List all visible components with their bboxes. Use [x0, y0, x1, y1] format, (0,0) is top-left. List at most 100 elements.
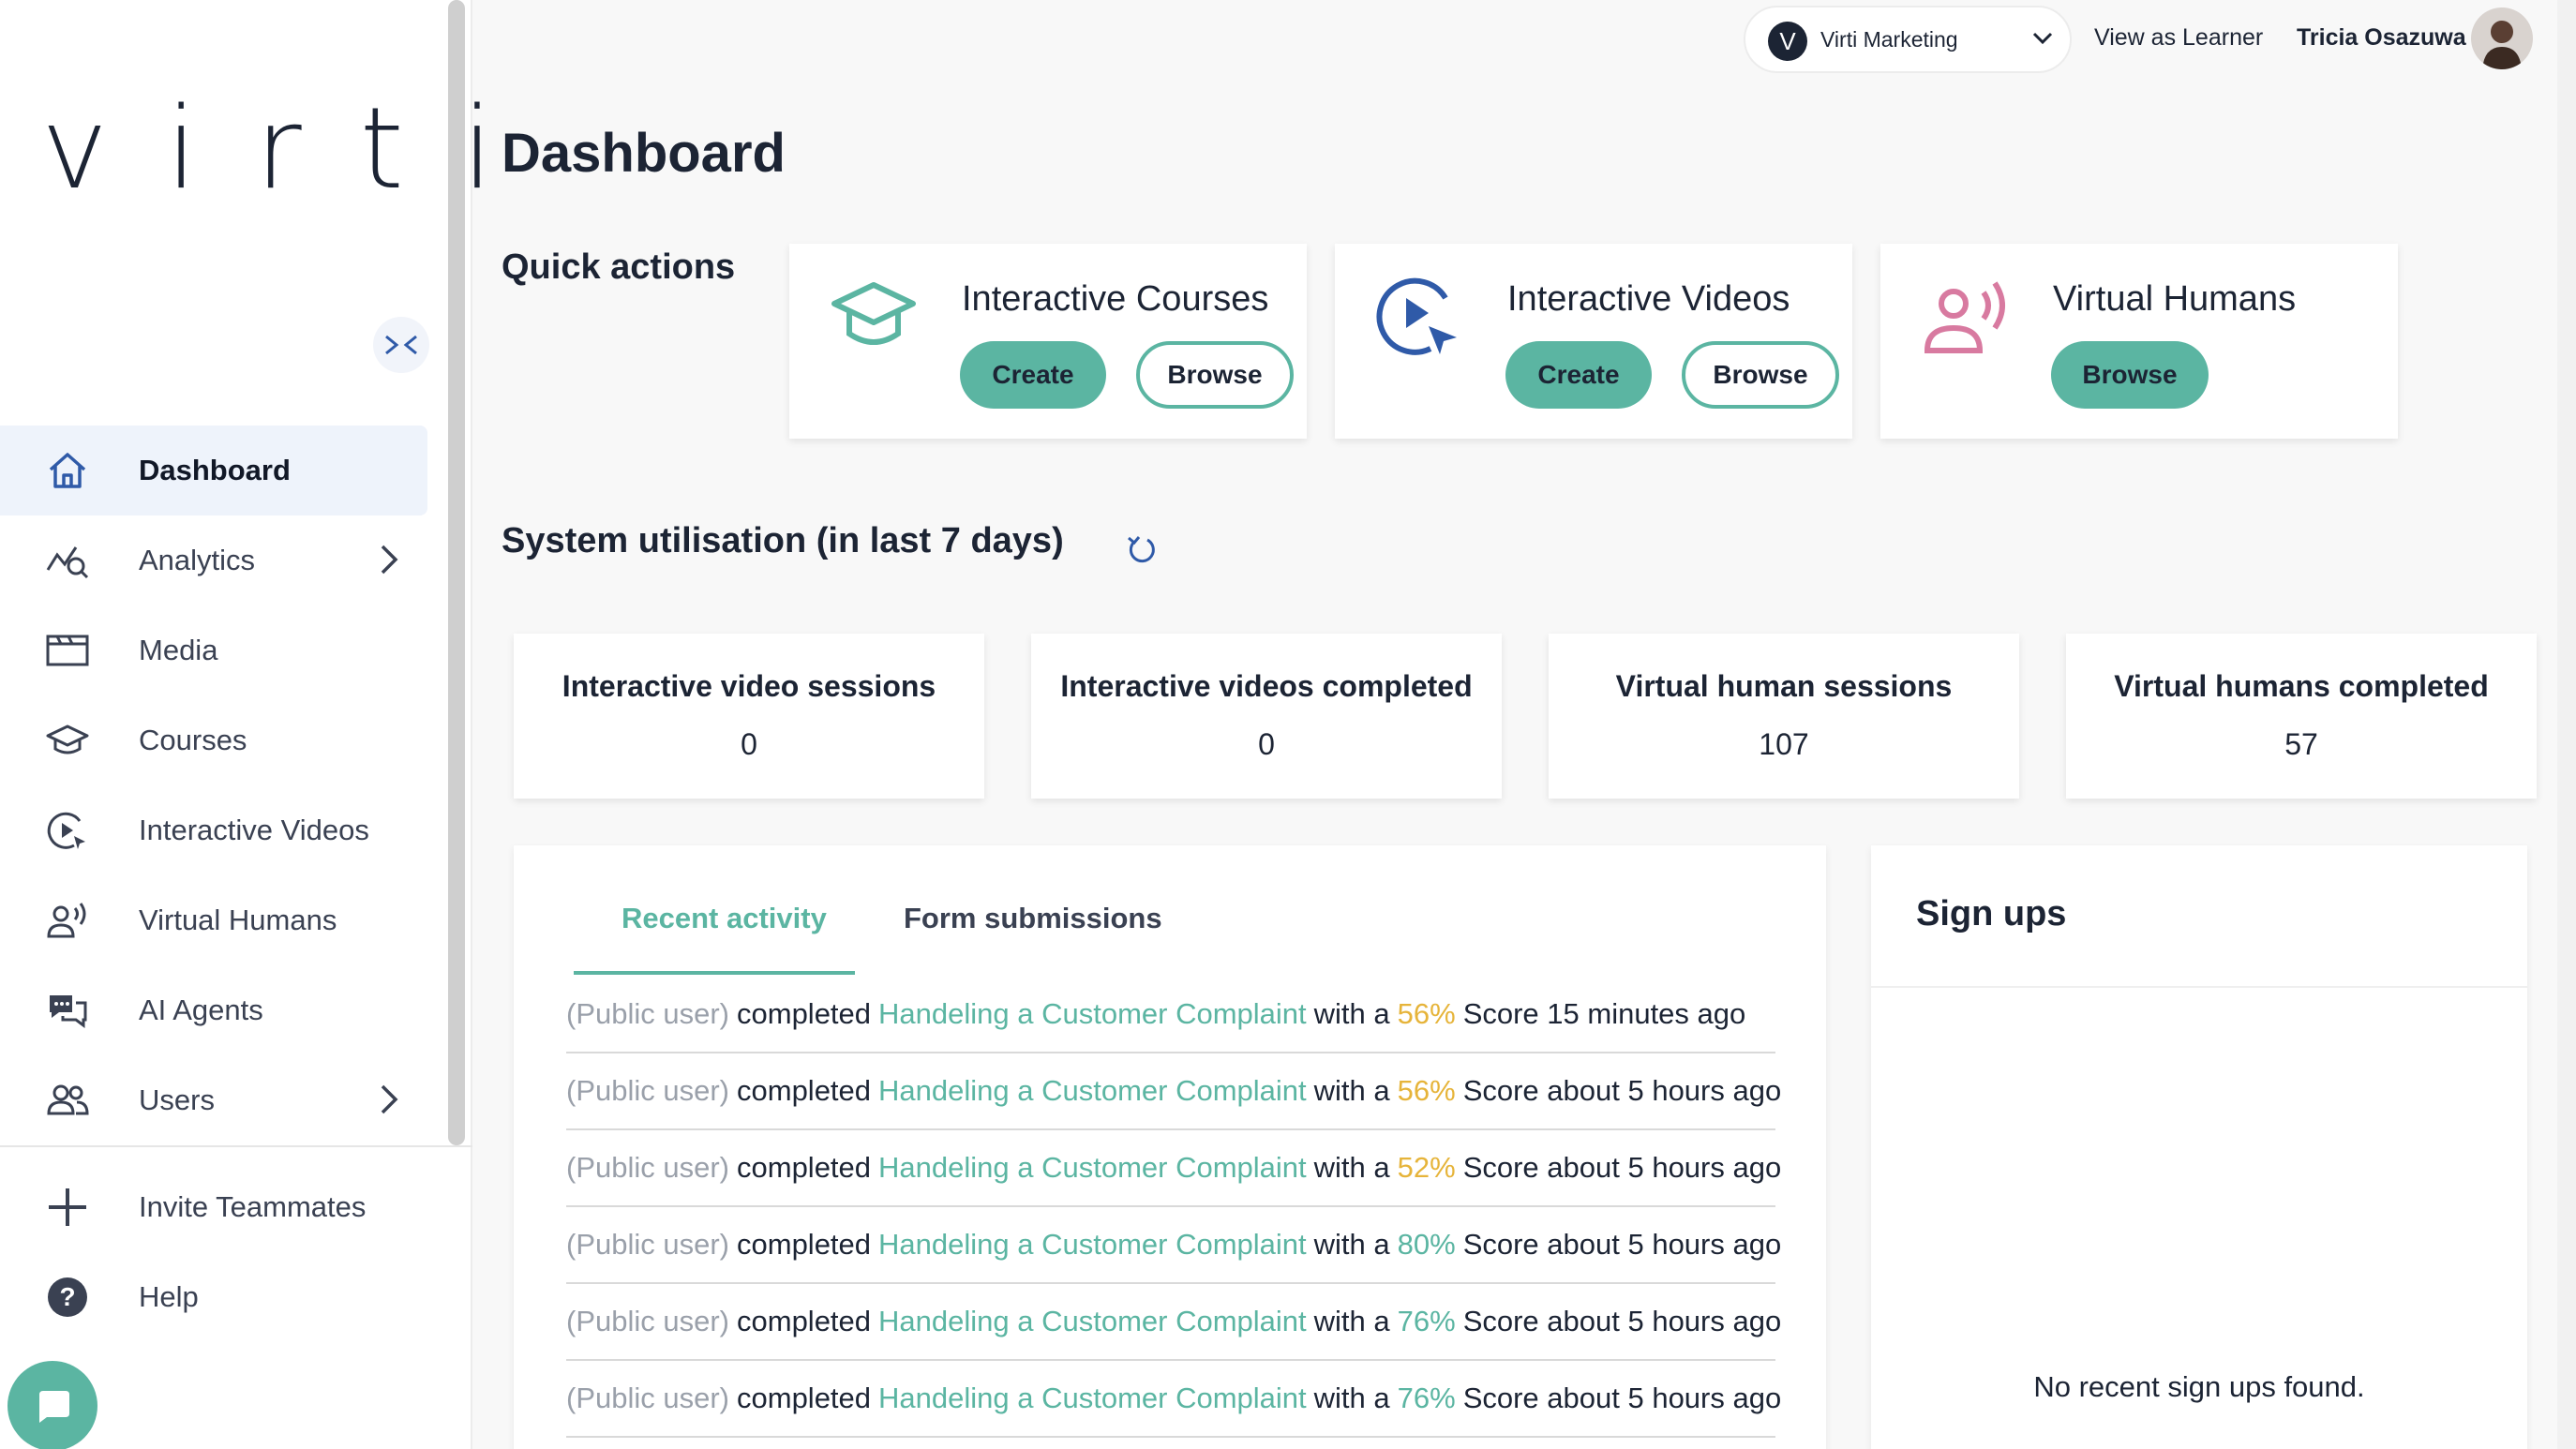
- tab-form-submissions[interactable]: Form submissions: [904, 902, 1162, 935]
- chat-support-button[interactable]: [7, 1361, 97, 1449]
- activity-user: (Public user): [566, 1382, 729, 1414]
- activity-row: (Public user) completed Handeling a Cust…: [566, 1361, 1781, 1438]
- refresh-icon[interactable]: [1125, 532, 1159, 566]
- activity-course-link[interactable]: Handeling a Customer Complaint: [878, 997, 1307, 1031]
- browse-interactive-videos-button[interactable]: Browse: [1682, 341, 1839, 409]
- sidebar-item-label: Courses: [139, 724, 247, 756]
- sidebar-bottom-nav: Invite Teammates ? Help: [0, 1162, 427, 1342]
- active-tab-indicator: [574, 971, 855, 975]
- activity-list: (Public user) completed Handeling a Cust…: [566, 977, 1781, 1438]
- org-avatar: V: [1768, 22, 1807, 61]
- activity-panel: Recent activity Form submissions (Public…: [514, 845, 1826, 1449]
- media-icon: [45, 630, 90, 671]
- courses-icon: [45, 720, 90, 761]
- stat-label: Virtual humans completed: [2114, 669, 2489, 703]
- quick-action-interactive-courses: Interactive Courses Create Browse: [789, 244, 1307, 439]
- sidebar-item-courses[interactable]: Courses: [0, 695, 427, 785]
- sidebar-item-invite-teammates[interactable]: Invite Teammates: [0, 1162, 427, 1252]
- organisation-select[interactable]: V Virti Marketing: [1744, 6, 2072, 73]
- activity-course-link[interactable]: Handeling a Customer Complaint: [878, 1151, 1307, 1185]
- plus-icon: [45, 1187, 90, 1228]
- sidebar-item-label: Dashboard: [139, 454, 291, 486]
- quick-action-virtual-humans: Virtual Humans Browse: [1880, 244, 2398, 439]
- stat-label: Interactive video sessions: [562, 669, 936, 703]
- stat-value: 107: [1759, 727, 1809, 761]
- sidebar: virti Dashboard Analytics Media Courses …: [0, 0, 493, 1449]
- browse-virtual-humans-button[interactable]: Browse: [2051, 341, 2209, 409]
- activity-user: (Public user): [566, 997, 729, 1030]
- sidebar-item-dashboard[interactable]: Dashboard: [0, 426, 427, 515]
- sidebar-item-users[interactable]: Users: [0, 1055, 427, 1145]
- stat-value: 0: [741, 727, 757, 761]
- sidebar-item-interactive-videos[interactable]: Interactive Videos: [0, 785, 427, 875]
- system-utilisation-title: System utilisation (in last 7 days): [502, 521, 1064, 560]
- activity-user: (Public user): [566, 1074, 729, 1107]
- stat-interactive-videos-completed: Interactive videos completed 0: [1031, 634, 1502, 799]
- sidebar-item-label: Help: [139, 1280, 199, 1313]
- activity-score: 76%: [1397, 1305, 1456, 1337]
- quick-action-title: Interactive Courses: [962, 279, 1269, 319]
- sidebar-item-label: Users: [139, 1083, 215, 1116]
- create-interactive-video-button[interactable]: Create: [1505, 341, 1652, 409]
- activity-verb: completed: [737, 1151, 872, 1184]
- activity-with: with a: [1313, 997, 1390, 1030]
- tab-recent-activity[interactable]: Recent activity: [622, 902, 827, 935]
- ai-agents-icon: [45, 990, 90, 1031]
- quick-actions-title: Quick actions: [502, 247, 736, 287]
- activity-score: 76%: [1397, 1382, 1456, 1414]
- chevron-right-icon: [379, 544, 399, 580]
- sidebar-nav: Dashboard Analytics Media Courses Intera…: [0, 426, 427, 1145]
- interactive-video-icon: [45, 810, 90, 851]
- activity-course-link[interactable]: Handeling a Customer Complaint: [878, 1382, 1307, 1415]
- activity-verb: completed: [737, 1382, 872, 1414]
- signups-empty-message: No recent sign ups found.: [2033, 1370, 2365, 1403]
- browse-interactive-courses-button[interactable]: Browse: [1136, 341, 1294, 409]
- activity-with: with a: [1313, 1074, 1390, 1107]
- activity-row: (Public user) completed Handeling a Cust…: [566, 977, 1775, 1053]
- signups-title: Sign ups: [1916, 894, 2067, 934]
- view-as-learner-link[interactable]: View as Learner: [2094, 24, 2263, 52]
- sidebar-item-label: Invite Teammates: [139, 1190, 367, 1223]
- activity-course-link[interactable]: Handeling a Customer Complaint: [878, 1074, 1307, 1108]
- user-name[interactable]: Tricia Osazuwa: [2297, 24, 2466, 52]
- virtual-human-icon: [45, 900, 90, 941]
- activity-verb: completed: [737, 997, 872, 1030]
- stat-value: 0: [1258, 727, 1275, 761]
- user-avatar[interactable]: [2471, 7, 2533, 69]
- activity-verb: completed: [737, 1228, 872, 1261]
- home-icon: [45, 450, 90, 491]
- sidebar-item-label: Media: [139, 634, 218, 666]
- activity-time: Score about 5 hours ago: [1462, 1228, 1782, 1261]
- activity-score: 56%: [1397, 997, 1456, 1030]
- activity-time: Score about 5 hours ago: [1462, 1151, 1782, 1184]
- stat-label: Virtual human sessions: [1615, 669, 1953, 703]
- sidebar-item-virtual-humans[interactable]: Virtual Humans: [0, 875, 427, 965]
- activity-user: (Public user): [566, 1151, 729, 1184]
- sidebar-item-media[interactable]: Media: [0, 605, 427, 695]
- activity-course-link[interactable]: Handeling a Customer Complaint: [878, 1228, 1307, 1262]
- chat-icon: [39, 1391, 69, 1423]
- stat-interactive-video-sessions: Interactive video sessions 0: [514, 634, 984, 799]
- sidebar-item-analytics[interactable]: Analytics: [0, 515, 427, 605]
- activity-verb: completed: [737, 1305, 872, 1337]
- activity-course-link[interactable]: Handeling a Customer Complaint: [878, 1305, 1307, 1338]
- activity-time: Score 15 minutes ago: [1462, 997, 1746, 1030]
- sidebar-item-ai-agents[interactable]: AI Agents: [0, 965, 427, 1055]
- stat-virtual-human-sessions: Virtual human sessions 107: [1549, 634, 2019, 799]
- activity-with: with a: [1313, 1151, 1390, 1184]
- stat-virtual-humans-completed: Virtual humans completed 57: [2066, 634, 2537, 799]
- create-interactive-course-button[interactable]: Create: [960, 341, 1106, 409]
- page-scrollbar[interactable]: [2557, 0, 2576, 1449]
- activity-verb: completed: [737, 1074, 872, 1107]
- courses-icon: [831, 277, 917, 361]
- sidebar-scrollbar[interactable]: [448, 0, 465, 1145]
- virti-logo[interactable]: virti: [41, 94, 551, 206]
- collapse-sidebar-button[interactable]: [373, 317, 429, 373]
- interactive-video-icon: [1372, 270, 1462, 365]
- activity-row: (Public user) completed Handeling a Cust…: [566, 1130, 1781, 1207]
- sidebar-divider: [0, 1145, 472, 1147]
- quick-action-title: Interactive Videos: [1507, 279, 1790, 319]
- activity-user: (Public user): [566, 1228, 729, 1261]
- activity-row: (Public user) completed Handeling a Cust…: [566, 1207, 1781, 1284]
- sidebar-item-help[interactable]: ? Help: [0, 1252, 427, 1342]
